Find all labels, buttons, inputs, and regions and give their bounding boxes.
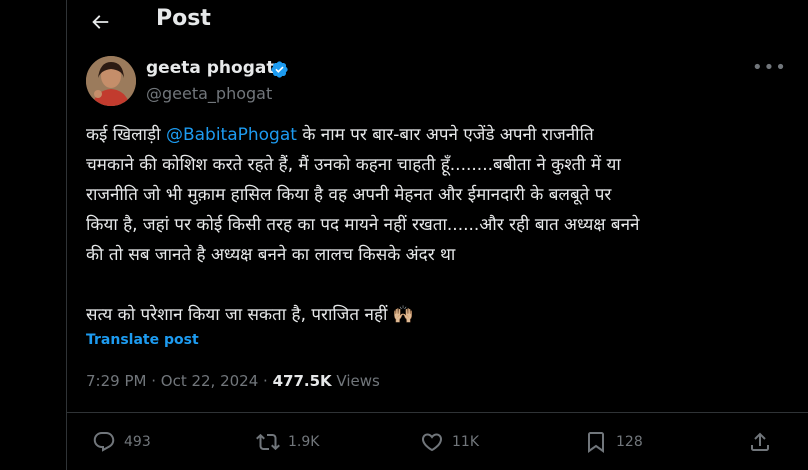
mention-link[interactable]: @BabitaPhogat [166, 125, 297, 145]
post-meta: 7:29 PM · Oct 22, 2024 · 477.5K Views [86, 372, 380, 390]
action-bar: 493 1.9K 11K 128 [86, 424, 786, 460]
repost-icon [256, 433, 280, 451]
reply-button[interactable]: 493 [92, 428, 151, 456]
more-icon: ••• [752, 57, 787, 78]
share-icon [751, 432, 769, 451]
tweet-text: कई खिलाड़ी @BabitaPhogat के नाम पर बार-ब… [86, 120, 786, 330]
tweet-line: की तो सब जानते है अध्यक्ष बनने का लालच क… [86, 245, 456, 265]
views-count[interactable]: 477.5K [273, 372, 332, 390]
left-border [66, 0, 67, 470]
like-button[interactable]: 11K [420, 428, 479, 456]
repost-count: 1.9K [288, 434, 320, 450]
tweet-text-segment: कई खिलाड़ी [86, 125, 166, 145]
bookmark-icon [588, 432, 604, 453]
meta-separator: · [146, 372, 161, 390]
bookmark-button[interactable]: 128 [584, 428, 643, 456]
bookmark-count: 128 [616, 434, 643, 450]
reply-count: 493 [124, 434, 151, 450]
tweet-line: सत्य को परेशान किया जा सकता है, पराजित न… [86, 305, 414, 325]
verified-badge-icon [271, 61, 288, 78]
header: Post [0, 0, 808, 46]
share-button[interactable] [748, 428, 780, 456]
more-button[interactable]: ••• [752, 58, 786, 82]
views-label: Views [331, 372, 380, 390]
author-handle[interactable]: @geeta_phogat [146, 84, 272, 103]
meta-separator: · [258, 372, 273, 390]
tweet-line: किया है, जहां पर कोई किसी तरह का पद मायन… [86, 215, 640, 235]
back-arrow-icon [92, 15, 109, 29]
reply-icon [93, 432, 115, 452]
avatar[interactable] [86, 56, 136, 106]
tweet-line: राजनीति जो भी मुक़ाम हासिल किया है वह अप… [86, 185, 612, 205]
tweet-line: चमकाने की कोशिश करते रहते हैं, मैं उनको … [86, 155, 621, 175]
avatar-image [86, 56, 136, 106]
tweet-text-segment: के नाम पर बार-बार अपने एजेंडे अपनी राजनी… [296, 125, 594, 145]
page-title: Post [156, 6, 211, 31]
post-time[interactable]: 7:29 PM [86, 372, 146, 390]
author-display-name[interactable]: geeta phogat [146, 58, 274, 78]
translate-post-link[interactable]: Translate post [86, 332, 199, 348]
repost-button[interactable]: 1.9K [256, 428, 319, 456]
like-count: 11K [452, 434, 479, 450]
divider [66, 412, 808, 413]
back-button[interactable] [86, 8, 114, 36]
tweet-line: कई खिलाड़ी @BabitaPhogat के नाम पर बार-ब… [86, 120, 786, 150]
post-date[interactable]: Oct 22, 2024 [161, 372, 259, 390]
like-icon [421, 433, 443, 452]
